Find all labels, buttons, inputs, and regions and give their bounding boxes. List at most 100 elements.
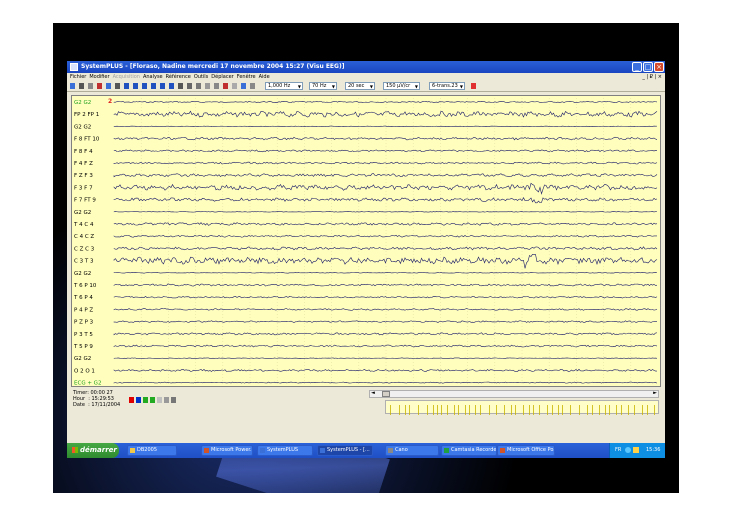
channel-label: T 6 P 4: [73, 295, 93, 301]
channel-label: C 4 C Z: [74, 234, 94, 240]
timeline-event-mark: [647, 405, 648, 415]
toolbar-icon-9[interactable]: [151, 83, 156, 89]
toolbar-icon-20[interactable]: [250, 83, 255, 89]
menu-item-5[interactable]: Outils: [194, 73, 208, 81]
timeline-event-mark: [441, 405, 442, 415]
combo-value: 70 Hz: [312, 83, 327, 89]
toolbar-combo-3[interactable]: 150 µV/cr ▼: [383, 82, 420, 90]
timeline-event-mark: [523, 405, 524, 415]
timeline-event-mark: [418, 405, 419, 415]
taskbar-button-1[interactable]: Microsoft Power...: [201, 445, 253, 456]
toolbar: 1,000 Hz ▼ 70 Hz ▼ 20 sec ▼ 150 µV/cr ▼ 6-trans.…: [67, 81, 665, 92]
taskbar-button-6[interactable]: Microsoft Office Po...: [497, 445, 555, 456]
volume-icon[interactable]: [633, 447, 639, 453]
systemplus-window: SystemPLUS - [Floraso, Nadine mercredi 1…: [67, 61, 665, 458]
toolbar-icon-10[interactable]: [160, 83, 165, 89]
scroll-thumb[interactable]: [382, 391, 390, 397]
red-flag-icon[interactable]: [129, 397, 134, 403]
green-flag-icon-2[interactable]: [150, 397, 155, 403]
eeg-trace: [113, 161, 658, 165]
settings-icon[interactable]: [171, 397, 176, 403]
toolbar-icon-11[interactable]: [169, 83, 174, 89]
timeline-event-mark: [547, 405, 548, 415]
toolbar-icon-17[interactable]: [223, 83, 228, 89]
toolbar-icon-14[interactable]: [196, 83, 201, 89]
toolbar-icon-18[interactable]: [232, 83, 237, 89]
toolbar-icon-8[interactable]: [142, 83, 147, 89]
app-icon: [388, 448, 393, 453]
timeline-event-mark: [605, 405, 606, 415]
taskbar-label: DB2005: [137, 447, 158, 453]
blue-flag-icon[interactable]: [136, 397, 141, 403]
title-bar[interactable]: SystemPLUS - [Floraso, Nadine mercredi 1…: [67, 61, 665, 73]
chevron-down-icon[interactable]: ▼: [460, 83, 463, 90]
timeline-event-mark: [469, 405, 470, 415]
chevron-down-icon[interactable]: ▼: [332, 83, 335, 90]
start-button[interactable]: démarrer: [67, 443, 119, 458]
windows-logo-icon: [72, 447, 78, 453]
menu-item-4[interactable]: Référence: [166, 73, 191, 81]
taskbar-button-3[interactable]: SystemPLUS - [...: [317, 445, 373, 456]
toolbar-icon-13[interactable]: [187, 83, 192, 89]
app-icon: [260, 448, 265, 453]
app-icon: [444, 448, 449, 453]
tool-icon[interactable]: [164, 397, 169, 403]
timeline-event-mark: [621, 405, 622, 415]
toolbar-icon-5[interactable]: [115, 83, 120, 89]
toolbar-icon-0[interactable]: [70, 83, 75, 89]
eeg-view[interactable]: G2 G2 FP 2 FP 1 G2 G2 F 8 FT 10 F 8 F 4 F 4 F…: [71, 95, 661, 387]
green-flag-icon[interactable]: [143, 397, 148, 403]
eeg-trace: [113, 246, 658, 251]
toolbar-icon-1[interactable]: [79, 83, 84, 89]
toolbar-icon-15[interactable]: [205, 83, 210, 89]
timeline-event-mark: [539, 405, 540, 415]
toolbar-icon-6[interactable]: [124, 83, 129, 89]
toolbar-combo-2[interactable]: 20 sec ▼: [345, 82, 375, 90]
toolbar-icon-19[interactable]: [241, 83, 246, 89]
taskbar-button-4[interactable]: Cano: [385, 445, 439, 456]
combo-value: 6-trans.23: [432, 83, 458, 89]
gray-marker-icon[interactable]: [157, 397, 162, 403]
timeline-event-mark: [570, 405, 571, 415]
scroll-left-icon[interactable]: ◄: [371, 390, 375, 396]
menu-item-1[interactable]: Modifier: [89, 73, 109, 81]
timeline-event-mark: [433, 405, 434, 415]
toolbar-combo-1[interactable]: 70 Hz ▼: [309, 82, 337, 90]
toolbar-combo-4[interactable]: 6-trans.23 ▼: [429, 82, 465, 90]
taskbar-button-5[interactable]: Camtasia Recorder: [441, 445, 497, 456]
presentation-slide: SystemPLUS - [Floraso, Nadine mercredi 1…: [53, 23, 679, 493]
channel-label: G2 G2: [74, 271, 91, 277]
toolbar-combo-0[interactable]: 1,000 Hz ▼: [265, 82, 303, 90]
eeg-trace: [113, 332, 658, 336]
menu-item-3[interactable]: Analyse: [143, 73, 163, 81]
toolbar-icon-12[interactable]: [178, 83, 183, 89]
scroll-right-icon[interactable]: ►: [653, 390, 657, 396]
horizontal-scrollbar[interactable]: ◄ ►: [369, 390, 659, 398]
chevron-down-icon[interactable]: ▼: [415, 83, 418, 90]
toolbar-icon-3[interactable]: [97, 83, 102, 89]
menu-item-7[interactable]: Fenêtre: [237, 73, 256, 81]
toolbar-icon-2[interactable]: [88, 83, 93, 89]
menu-item-6[interactable]: Déplacer: [211, 73, 233, 81]
toolbar-icon-7[interactable]: [133, 83, 138, 89]
toolbar-icon-4[interactable]: [106, 83, 111, 89]
app-icon: [204, 448, 209, 453]
language-indicator[interactable]: FR: [615, 443, 621, 458]
network-icon[interactable]: [625, 447, 631, 453]
timeline-event-mark: [454, 405, 455, 415]
chevron-down-icon[interactable]: ▼: [298, 83, 301, 90]
taskbar-button-2[interactable]: SystemPLUS: [257, 445, 313, 456]
minimize-button[interactable]: _: [632, 62, 642, 72]
chevron-down-icon[interactable]: ▼: [370, 83, 373, 90]
toolbar-icon-16[interactable]: [214, 83, 219, 89]
record-icon[interactable]: [471, 83, 476, 89]
maximize-button[interactable]: □: [643, 62, 653, 72]
menu-item-2[interactable]: Acquisition: [113, 73, 140, 81]
menu-item-8[interactable]: Aide: [259, 73, 270, 81]
event-timeline[interactable]: [385, 400, 659, 415]
timeline-event-mark: [558, 405, 559, 415]
menu-item-0[interactable]: Fichier: [70, 73, 86, 81]
taskbar-button-0[interactable]: DB2005: [127, 445, 177, 456]
close-button[interactable]: ×: [654, 62, 664, 72]
mdi-controls[interactable]: _ | ₽ | ×: [642, 73, 662, 81]
